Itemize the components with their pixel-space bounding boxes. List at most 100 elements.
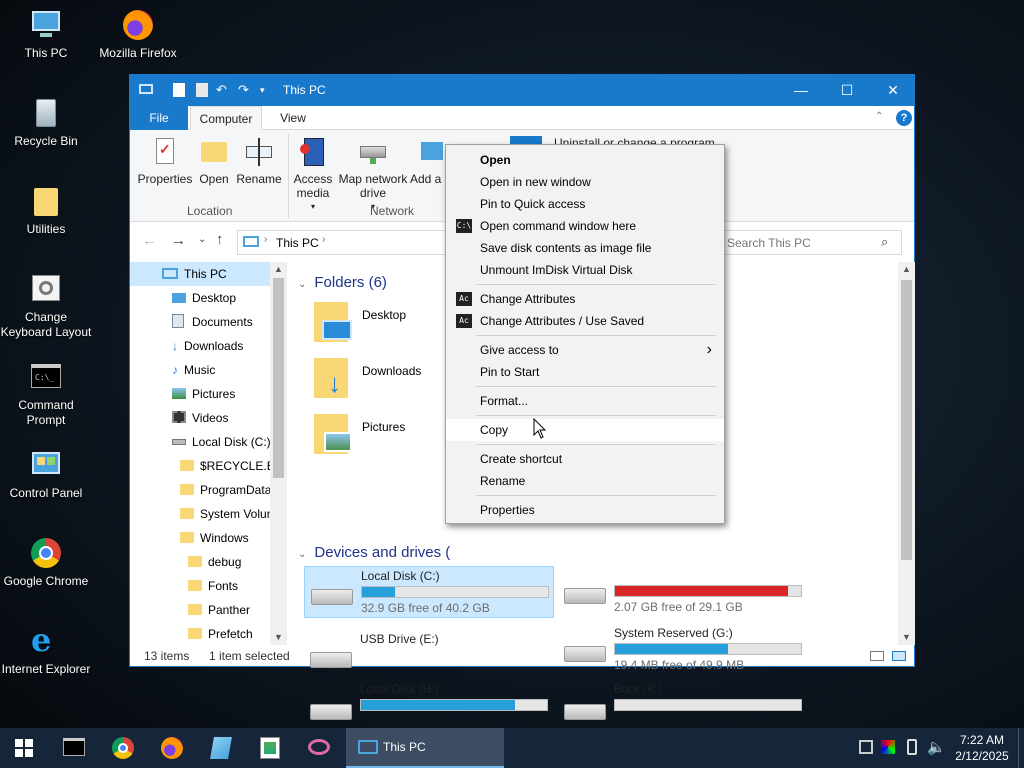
- folder-item-pictures[interactable]: Pictures: [314, 414, 464, 464]
- clock[interactable]: 7:22 AM 2/12/2025: [950, 732, 1014, 764]
- taskbar-firefox[interactable]: [148, 728, 196, 768]
- volume-muted-icon[interactable]: 🔈: [927, 738, 946, 756]
- menu-item-change-attributes-use-saved[interactable]: Ac Change Attributes / Use Saved: [446, 310, 724, 332]
- desktop-icon-control-panel[interactable]: Control Panel: [0, 448, 92, 501]
- nav-item-programdata[interactable]: ProgramData: [130, 478, 270, 502]
- close-button[interactable]: ✕: [870, 75, 916, 106]
- menu-item-pin-to-start[interactable]: Pin to Start: [446, 361, 724, 383]
- taskbar-command-prompt[interactable]: [50, 728, 98, 768]
- menu-item-unmount-imdisk-virtual-disk[interactable]: Unmount ImDisk Virtual Disk: [446, 259, 724, 281]
- forward-arrow-icon[interactable]: →: [171, 232, 186, 249]
- nav-item-downloads[interactable]: ↓ Downloads: [130, 334, 270, 358]
- nav-item-local-disk-c[interactable]: Local Disk (C:): [130, 430, 270, 454]
- devices-section-header[interactable]: ⌄ Devices and drives (: [298, 544, 450, 561]
- usb-eject-icon[interactable]: [907, 739, 917, 755]
- nav-scrollbar[interactable]: ▲ ▼: [270, 262, 287, 645]
- nav-item-prefetch[interactable]: Prefetch: [130, 622, 270, 646]
- title-bar[interactable]: ↶ ↷ ▾ This PC — ☐ ✕: [130, 75, 914, 106]
- desktop-icon-utilities[interactable]: Utilities: [0, 184, 92, 237]
- menu-item-copy[interactable]: Copy: [446, 419, 724, 441]
- desktop-icon-firefox[interactable]: Mozilla Firefox: [92, 8, 184, 61]
- back-arrow-icon[interactable]: ←: [142, 232, 157, 249]
- tab-view[interactable]: View: [270, 106, 316, 130]
- nav-item-desktop[interactable]: Desktop: [130, 286, 270, 310]
- taskbar-snipping-tool[interactable]: [295, 728, 343, 768]
- desktop-icon-internet-explorer[interactable]: e Internet Explorer: [0, 624, 92, 677]
- menu-item-open-command-window-here[interactable]: C:\ Open command window here: [446, 215, 724, 237]
- scroll-up-icon[interactable]: ▲: [274, 264, 283, 274]
- menu-item-properties[interactable]: Properties: [446, 499, 724, 521]
- menu-item-format[interactable]: Format...: [446, 390, 724, 412]
- nav-item-videos[interactable]: Videos: [130, 406, 270, 430]
- desktop-icon-chrome[interactable]: Google Chrome: [0, 536, 92, 589]
- large-icons-view-icon[interactable]: [892, 651, 906, 661]
- tab-file[interactable]: File: [130, 106, 188, 130]
- nav-item-windows[interactable]: Windows: [130, 526, 270, 550]
- scroll-down-icon[interactable]: ▼: [274, 632, 283, 642]
- desktop-icon-this-pc[interactable]: This PC: [0, 8, 92, 61]
- folders-section-header[interactable]: ⌄ Folders (6): [298, 274, 387, 291]
- drive-item-c[interactable]: Local Disk (C:) 32.9 GB free of 40.2 GB: [304, 566, 554, 618]
- access-media-button[interactable]: Access media ▾: [292, 136, 334, 214]
- map-network-drive-button[interactable]: Map network drive ▾: [336, 136, 410, 214]
- new-folder-quick-icon[interactable]: [195, 83, 209, 97]
- nav-item-recycle-bin-folder[interactable]: $RECYCLE.BIN: [130, 454, 270, 478]
- scroll-thumb[interactable]: [273, 278, 284, 478]
- menu-item-rename[interactable]: Rename: [446, 470, 724, 492]
- folder-item-desktop[interactable]: Desktop: [314, 302, 464, 352]
- undo-icon[interactable]: ↶: [216, 83, 230, 97]
- desktop-icon-command-prompt[interactable]: C:\_ Command Prompt: [0, 360, 92, 428]
- open-button[interactable]: Open: [196, 136, 232, 186]
- chevron-down-icon[interactable]: ▾: [260, 83, 274, 97]
- drive-item-d[interactable]: 2.07 GB free of 29.1 GB: [558, 566, 808, 618]
- menu-item-save-disk-contents-as-image-file[interactable]: Save disk contents as image file: [446, 237, 724, 259]
- scroll-thumb[interactable]: [901, 280, 912, 560]
- nav-item-debug[interactable]: debug: [130, 550, 270, 574]
- drive-item-h[interactable]: Local Disk (H:): [304, 680, 554, 720]
- breadcrumb[interactable]: This PC: [276, 236, 319, 250]
- desktop-icon-change-keyboard-layout[interactable]: Change Keyboard Layout: [0, 272, 92, 340]
- drive-item-x[interactable]: Boot (X:): [558, 680, 808, 720]
- chevron-down-icon[interactable]: ⌄: [198, 234, 206, 245]
- rename-button[interactable]: Rename: [234, 136, 284, 186]
- up-arrow-icon[interactable]: ↑: [216, 231, 224, 248]
- show-desktop-button[interactable]: [1018, 728, 1024, 768]
- properties-button[interactable]: ✓ Properties: [136, 136, 194, 186]
- scroll-down-icon[interactable]: ▼: [902, 632, 911, 642]
- add-location-button[interactable]: Add a loc: [410, 136, 446, 186]
- network-icon[interactable]: [859, 740, 873, 754]
- nav-item-system-volume[interactable]: System Volun: [130, 502, 270, 526]
- start-button[interactable]: [0, 728, 48, 768]
- taskbar-this-pc-window[interactable]: This PC: [346, 728, 504, 768]
- taskbar-paint[interactable]: [246, 728, 294, 768]
- nav-item-this-pc[interactable]: This PC: [130, 262, 270, 286]
- scroll-up-icon[interactable]: ▲: [902, 264, 911, 274]
- content-scrollbar[interactable]: ▲ ▼: [898, 262, 915, 645]
- menu-item-create-shortcut[interactable]: Create shortcut: [446, 448, 724, 470]
- menu-item-give-access-to[interactable]: Give access to ›: [446, 339, 724, 361]
- display-icon[interactable]: [881, 740, 895, 754]
- menu-item-open[interactable]: Open: [446, 149, 724, 171]
- menu-item-open-in-new-window[interactable]: Open in new window: [446, 171, 724, 193]
- maximize-button[interactable]: ☐: [824, 75, 870, 106]
- details-view-icon[interactable]: [870, 651, 884, 661]
- menu-item-pin-to-quick-access[interactable]: Pin to Quick access: [446, 193, 724, 215]
- taskbar-notepad[interactable]: [197, 728, 245, 768]
- chevron-up-icon[interactable]: ⌃: [875, 111, 883, 122]
- nav-item-music[interactable]: ♪ Music: [130, 358, 270, 382]
- nav-item-documents[interactable]: Documents: [130, 310, 270, 334]
- help-icon[interactable]: ?: [896, 110, 912, 126]
- nav-item-pictures[interactable]: Pictures: [130, 382, 270, 406]
- taskbar-chrome[interactable]: [99, 728, 147, 768]
- search-input[interactable]: Search This PC ⌕: [720, 230, 902, 255]
- redo-icon[interactable]: ↷: [238, 83, 252, 97]
- chevron-right-icon: ›: [706, 341, 712, 358]
- folder-item-downloads[interactable]: ↓ Downloads: [314, 358, 464, 408]
- nav-item-panther[interactable]: Panther: [130, 598, 270, 622]
- tab-computer[interactable]: Computer: [190, 106, 262, 130]
- properties-quick-icon[interactable]: [172, 83, 186, 97]
- minimize-button[interactable]: —: [778, 75, 824, 106]
- nav-item-fonts[interactable]: Fonts: [130, 574, 270, 598]
- desktop-icon-recycle-bin[interactable]: Recycle Bin: [0, 96, 92, 149]
- menu-item-change-attributes[interactable]: Ac Change Attributes: [446, 288, 724, 310]
